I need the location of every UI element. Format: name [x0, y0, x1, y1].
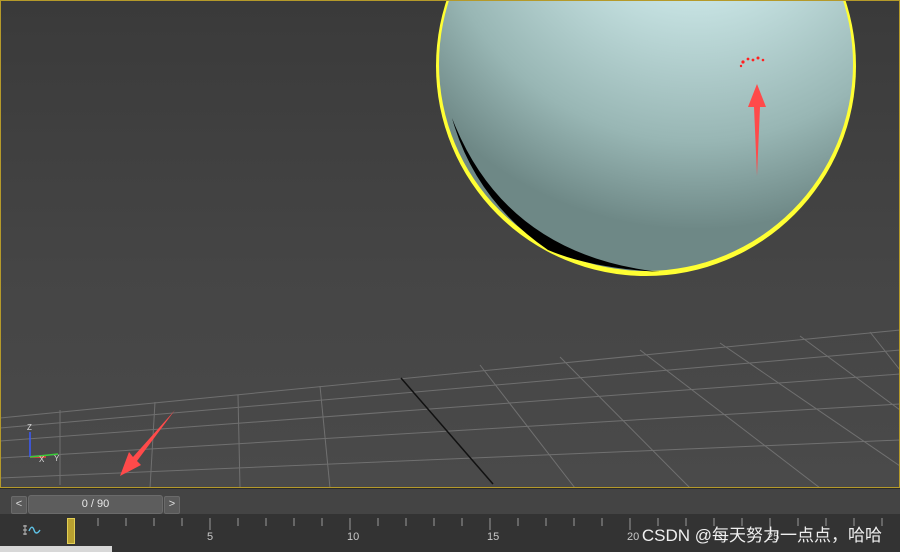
axis-x-label: X	[39, 455, 45, 464]
time-slider-handle[interactable]: 0 / 90	[28, 495, 163, 514]
ruler-tick-label: 15	[487, 531, 499, 543]
grid-center-line	[400, 377, 494, 485]
selected-sphere[interactable]	[436, 0, 856, 276]
ruler-tick-label: 10	[347, 531, 359, 543]
ruler-tick-label: 5	[207, 531, 213, 543]
time-slider-bar: < 0 / 90 >	[0, 488, 900, 515]
next-frame-button[interactable]: >	[164, 496, 180, 514]
perspective-viewport[interactable]: Z X Y	[0, 0, 900, 488]
axis-z-label: Z	[27, 423, 32, 432]
viewport-scene[interactable]: Z X Y	[0, 0, 900, 488]
axis-gizmo: Z X Y	[27, 423, 60, 464]
current-frame-marker[interactable]	[67, 518, 75, 544]
annotation-arrow-down	[120, 410, 175, 476]
status-strip	[0, 546, 112, 552]
previous-frame-button[interactable]: <	[11, 496, 27, 514]
watermark-text: CSDN @每天努力一点点，哈哈	[641, 526, 882, 545]
axis-y-label: Y	[54, 454, 60, 463]
ruler-tick-label: 20	[627, 531, 639, 543]
